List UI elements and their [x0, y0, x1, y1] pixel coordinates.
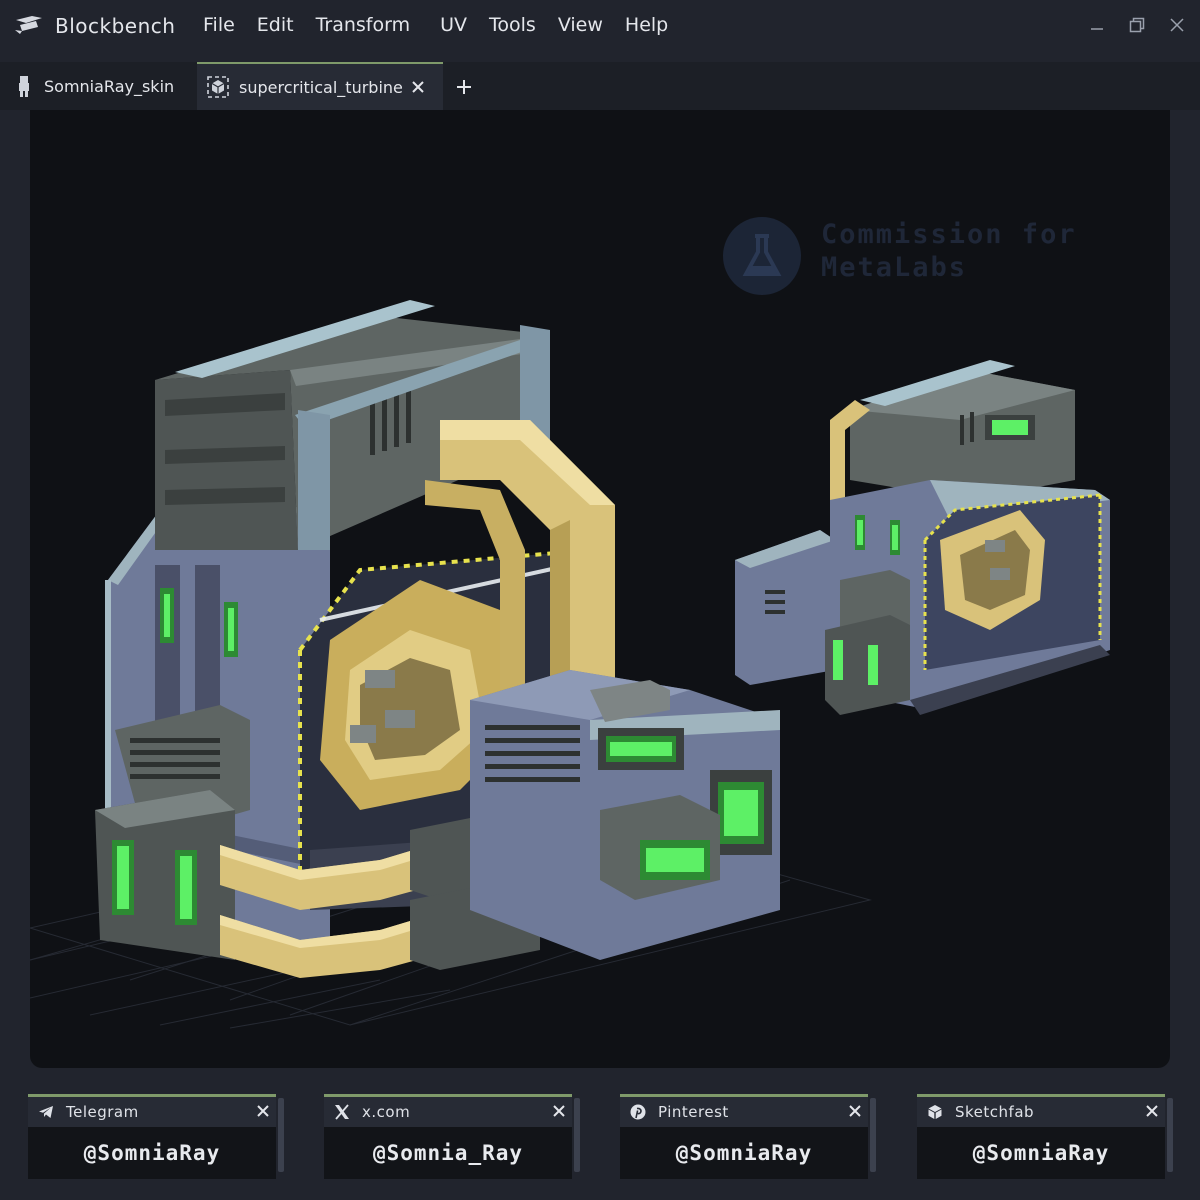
- social-handle: @SomniaRay: [675, 1141, 813, 1165]
- close-panel-icon[interactable]: [256, 1104, 270, 1118]
- panel-body: @Somnia_Ray: [324, 1127, 572, 1179]
- panel-header: Telegram: [28, 1094, 276, 1127]
- add-tab-icon[interactable]: [455, 78, 473, 96]
- small-turbine-model: [735, 360, 1110, 715]
- panel-body: @SomniaRay: [917, 1127, 1165, 1179]
- panel-scrollbar[interactable]: [1167, 1098, 1173, 1172]
- minimize-icon[interactable]: [1088, 16, 1106, 34]
- social-handle: @Somnia_Ray: [372, 1141, 524, 1165]
- panel-pinterest: Pinterest @SomniaRay: [620, 1094, 868, 1179]
- menu-uv[interactable]: UV: [429, 14, 478, 36]
- pinterest-icon: [630, 1104, 646, 1120]
- telegram-icon: [39, 1106, 53, 1118]
- sketchfab-icon: [928, 1105, 942, 1119]
- tab-label: SomniaRay_skin: [44, 76, 175, 96]
- menu-view[interactable]: View: [547, 14, 614, 36]
- panel-title: Pinterest: [658, 1103, 729, 1121]
- tab-bar: SomniaRay_skin supercritical_turbine: [0, 62, 1200, 110]
- tab-supercritical-turbine[interactable]: supercritical_turbine: [197, 62, 443, 110]
- panel-header: Sketchfab: [917, 1094, 1165, 1127]
- menu-help[interactable]: Help: [614, 14, 679, 36]
- social-handle: @SomniaRay: [972, 1141, 1110, 1165]
- large-turbine-model: [95, 300, 780, 978]
- panel-telegram: Telegram @SomniaRay: [28, 1094, 276, 1179]
- panel-body: @SomniaRay: [620, 1127, 868, 1179]
- menu-edit[interactable]: Edit: [246, 14, 305, 36]
- panel-sketchfab: Sketchfab @SomniaRay: [917, 1094, 1165, 1179]
- panel-scrollbar[interactable]: [278, 1098, 284, 1172]
- menu-file[interactable]: File: [192, 14, 246, 36]
- social-handle: @SomniaRay: [83, 1141, 221, 1165]
- x-icon: [335, 1104, 349, 1120]
- panel-title: x.com: [362, 1103, 411, 1121]
- 3d-viewport[interactable]: Commission for MetaLabs: [30, 110, 1170, 1068]
- panel-header: Pinterest: [620, 1094, 868, 1127]
- menu-tools[interactable]: Tools: [478, 14, 547, 36]
- panel-scrollbar[interactable]: [870, 1098, 876, 1172]
- model-scene: [30, 300, 1110, 1029]
- person-icon: [19, 76, 29, 97]
- menu-transform[interactable]: Transform: [305, 14, 422, 36]
- restore-icon[interactable]: [1128, 16, 1146, 34]
- close-tab-icon[interactable]: [411, 80, 425, 94]
- close-panel-icon[interactable]: [1145, 1104, 1159, 1118]
- title-bar: Blockbench File Edit Transform UV Tools …: [0, 0, 1200, 56]
- close-panel-icon[interactable]: [552, 1104, 566, 1118]
- panel-body: @SomniaRay: [28, 1127, 276, 1179]
- panel-title: Telegram: [66, 1103, 139, 1121]
- close-panel-icon[interactable]: [848, 1104, 862, 1118]
- panel-scrollbar[interactable]: [574, 1098, 580, 1172]
- menu-bar: File Edit Transform UV Tools View Help: [192, 14, 679, 36]
- cube-icon: [207, 76, 229, 98]
- close-window-icon[interactable]: [1168, 16, 1186, 34]
- panel-title: Sketchfab: [955, 1103, 1035, 1121]
- panel-header: x.com: [324, 1094, 572, 1127]
- app-title: Blockbench: [55, 14, 176, 38]
- panel-x: x.com @Somnia_Ray: [324, 1094, 572, 1179]
- tab-label: supercritical_turbine: [239, 77, 403, 97]
- blockbench-logo-icon: [15, 16, 42, 34]
- window-controls: [1088, 16, 1186, 34]
- tab-somniaray-skin[interactable]: SomniaRay_skin: [14, 62, 174, 110]
